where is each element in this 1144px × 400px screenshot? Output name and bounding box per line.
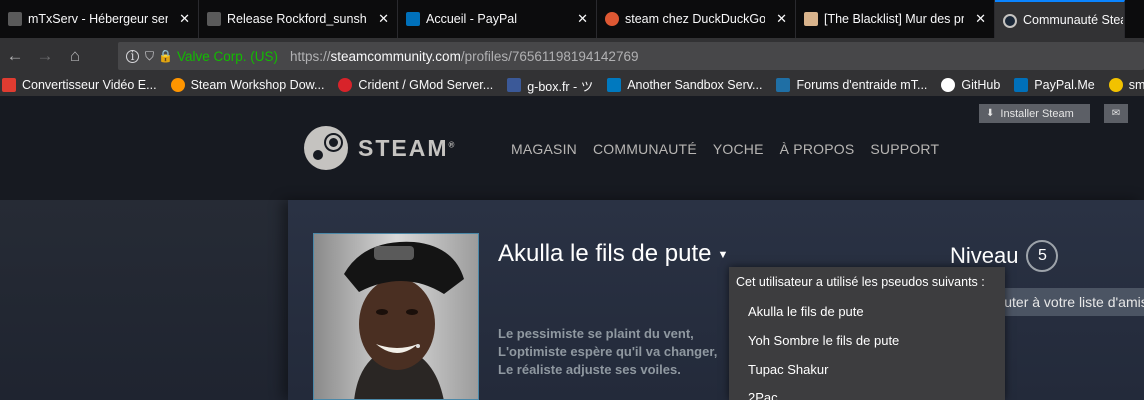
- close-icon[interactable]: ✕: [378, 11, 389, 27]
- blacklist-favicon-icon: [804, 12, 818, 26]
- steam-main-nav: MAGASIN COMMUNAUTÉ YOCHE À PROPOS SUPPOR…: [511, 141, 955, 157]
- close-icon[interactable]: ✕: [776, 11, 787, 27]
- mtxserv-favicon-icon: [776, 78, 791, 92]
- alias-dropdown-header: Cet utilisateur a utilisé les pseudos su…: [736, 275, 985, 289]
- tab-title: steam chez DuckDuckGo: [625, 12, 765, 26]
- bookmark-item[interactable]: GitHub: [941, 78, 1000, 92]
- browser-tab-active[interactable]: Communauté Steam: [995, 0, 1125, 38]
- install-steam-button[interactable]: ⬇ Installer Steam: [979, 104, 1090, 123]
- crident-favicon-icon: [338, 78, 353, 92]
- nav-community[interactable]: COMMUNAUTÉ: [593, 141, 697, 157]
- close-icon[interactable]: ✕: [975, 11, 986, 27]
- duckduckgo-favicon-icon: [605, 12, 619, 26]
- close-icon[interactable]: ✕: [577, 11, 588, 27]
- alias-item: Akulla le fils de pute: [748, 304, 864, 319]
- chevron-down-icon[interactable]: ▼: [717, 249, 728, 261]
- github-favicon-icon: [941, 78, 956, 92]
- paypal-favicon-icon: [406, 12, 420, 26]
- nav-about[interactable]: À PROPOS: [780, 141, 855, 157]
- mtxserv-favicon-icon: [207, 12, 221, 26]
- bookmark-favicon-icon: [2, 78, 16, 92]
- navigation-bar: ← → ⌂ i ⛉ 🔒 Valve Corp. (US) https://ste…: [0, 38, 1144, 74]
- bookmark-item[interactable]: smiley jvc: [1108, 78, 1144, 92]
- download-icon: ⬇: [986, 108, 995, 119]
- tab-title: Accueil - PayPal: [426, 12, 518, 26]
- bookmark-item[interactable]: Steam Workshop Dow...: [170, 78, 324, 92]
- browser-tab[interactable]: steam chez DuckDuckGo ✕: [597, 0, 796, 38]
- nav-store[interactable]: MAGASIN: [511, 141, 577, 157]
- site-identity[interactable]: Valve Corp. (US): [177, 49, 278, 64]
- bookmark-item[interactable]: g-box.fr - ツ: [507, 76, 593, 95]
- bookmark-item[interactable]: Another Sandbox Serv...: [607, 78, 762, 92]
- home-button[interactable]: ⌂: [60, 41, 90, 71]
- bookmark-item[interactable]: PayPal.Me: [1014, 78, 1095, 92]
- summary-line: Le pessimiste se plaint du vent,: [498, 326, 694, 341]
- browser-tab[interactable]: mTxServ - Hébergeur serveur ✕: [0, 0, 199, 38]
- envelope-icon[interactable]: ✉: [1104, 104, 1128, 123]
- forward-button[interactable]: →: [30, 41, 60, 71]
- lock-icon[interactable]: 🔒: [158, 49, 173, 63]
- firefox-favicon-icon: [170, 78, 185, 92]
- bookmark-item[interactable]: Forums d'entraide mT...: [776, 78, 927, 92]
- tab-strip: mTxServ - Hébergeur serveur ✕ Release Ro…: [0, 0, 1144, 38]
- browser-tab[interactable]: Accueil - PayPal ✕: [398, 0, 597, 38]
- tab-title: Release Rockford_sunshine: [227, 12, 367, 26]
- avatar-photo: [314, 234, 478, 399]
- url-path: /profiles/76561198194142769: [460, 48, 639, 64]
- trello-favicon-icon: [607, 78, 622, 92]
- level-label: Niveau: [950, 243, 1019, 268]
- tab-title: [The Blacklist] Mur des pre: [824, 12, 964, 26]
- steam-logo[interactable]: STEAM®: [304, 126, 454, 170]
- steam-logo-text: STEAM®: [358, 134, 455, 161]
- smiley-favicon-icon: [1108, 78, 1123, 92]
- summary-line: L'optimiste espère qu'il va changer,: [498, 344, 718, 359]
- gbox-favicon-icon: [507, 78, 522, 92]
- avatar[interactable]: [313, 233, 479, 400]
- url-bar[interactable]: i ⛉ 🔒 Valve Corp. (US) https://steamcomm…: [118, 42, 1144, 70]
- tab-title: mTxServ - Hébergeur serveur: [28, 12, 168, 26]
- level-badge[interactable]: 5: [1026, 240, 1059, 272]
- back-button[interactable]: ←: [0, 41, 30, 71]
- tab-title: Communauté Steam: [1023, 13, 1123, 27]
- alias-item: Tupac Shakur: [748, 362, 829, 377]
- add-friend-button[interactable]: Ajouter à votre liste d'amis: [994, 288, 1144, 316]
- alias-history-dropdown: Cet utilisateur a utilisé les pseudos su…: [729, 267, 1005, 400]
- steam-logo-icon: [304, 126, 348, 170]
- shield-icon[interactable]: ⛉: [145, 49, 154, 64]
- nav-support[interactable]: SUPPORT: [870, 141, 939, 157]
- steam-favicon-icon: [1003, 14, 1017, 28]
- persona-name[interactable]: Akulla le fils de pute ▼: [498, 240, 728, 268]
- info-icon[interactable]: i: [126, 49, 139, 63]
- bookmark-item[interactable]: Convertisseur Vidéo E...: [2, 78, 157, 92]
- bookmark-item[interactable]: Crident / GMod Server...: [338, 78, 493, 92]
- close-icon[interactable]: ✕: [179, 11, 190, 27]
- summary-line: Le réaliste adjuste ses voiles.: [498, 362, 681, 377]
- nav-username[interactable]: YOCHE: [713, 141, 764, 157]
- bookmarks-toolbar: Convertisseur Vidéo E... Steam Workshop …: [0, 74, 1144, 96]
- paypal-favicon-icon: [1014, 78, 1029, 92]
- browser-tab[interactable]: [The Blacklist] Mur des pre ✕: [796, 0, 995, 38]
- steam-header: ⬇ Installer Steam ✉ STEAM® MAGASIN COMMU…: [0, 96, 1144, 200]
- mtxserv-favicon-icon: [8, 12, 22, 26]
- alias-item: Yoh Sombre le fils de pute: [748, 333, 900, 348]
- alias-item: 2Pac: [748, 390, 778, 400]
- url-protocol: https://: [290, 48, 331, 64]
- profile-summary: Le pessimiste se plaint du vent, L'optim…: [498, 325, 717, 379]
- url-host: steamcommunity.com: [330, 48, 461, 64]
- browser-tab[interactable]: Release Rockford_sunshine ✕: [199, 0, 398, 38]
